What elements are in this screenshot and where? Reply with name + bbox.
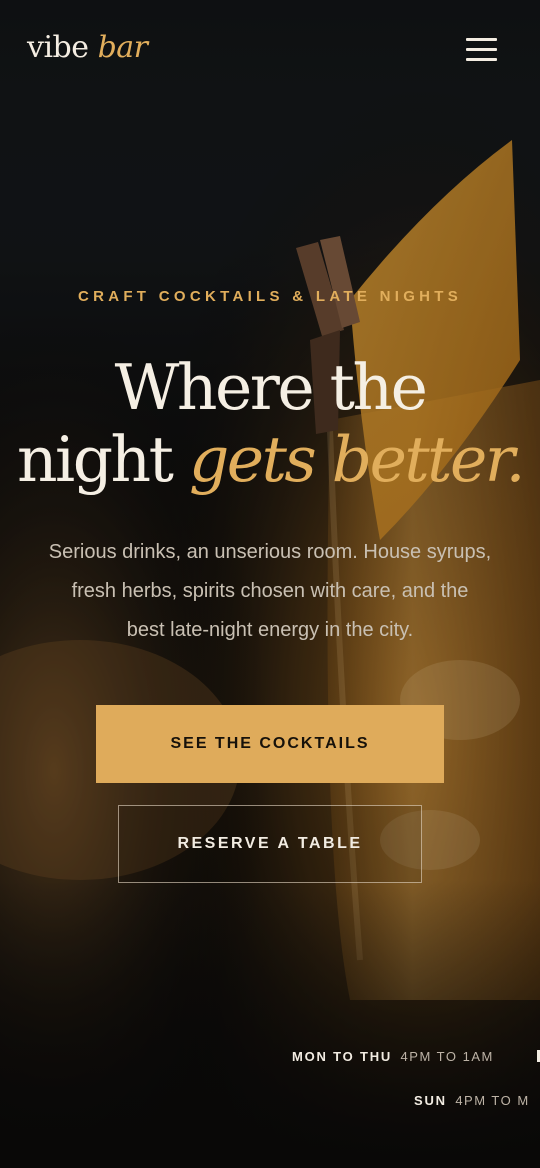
headline-line-2-accent: gets better. [188,423,526,496]
site-header: vibe bar [0,0,540,100]
subtext-line-2: fresh herbs, spirits chosen with care, a… [71,580,469,602]
hours-item: SUN 4PM TO M [414,1092,530,1110]
hours-days: MON TO THU [292,1049,393,1064]
hamburger-icon-bar-bottom [466,58,497,61]
hamburger-icon-bar-middle [466,48,497,51]
hours-time: 4PM TO 1AM [400,1049,494,1064]
hours-days: SUN [414,1093,447,1108]
hero-subtext: Serious drinks, an unserious room. House… [30,533,510,650]
reserve-table-button[interactable]: RESERVE A TABLE [118,805,422,883]
brand-logo[interactable]: vibe bar [27,28,148,68]
headline-line-2-plain: night [16,423,174,496]
page: vibe bar CRAFT COCKTAILS & LATE NIGHTS W… [0,0,540,1168]
see-cocktails-button[interactable]: SEE THE COCKTAILS [96,705,444,783]
subtext-line-1: Serious drinks, an unserious room. House… [48,541,492,563]
logo-main-text: vibe [27,30,89,65]
subtext-line-3: best late-night energy in the city. [126,619,414,641]
headline-line-1: Where the [114,351,428,424]
hero-eyebrow: CRAFT COCKTAILS & LATE NIGHTS [77,288,463,305]
logo-accent-text: bar [97,30,148,65]
opening-hours-ticker: MON TO THU 4PM TO 1AM SUN 4PM TO M [0,1030,540,1130]
hero-section: CRAFT COCKTAILS & LATE NIGHTS Where the … [0,0,540,1168]
hero-headline: Where the night gets better. [0,352,540,496]
hours-item: MON TO THU 4PM TO 1AM [292,1048,494,1066]
hamburger-icon-bar-top [466,38,497,41]
menu-button[interactable] [462,36,502,64]
hours-time: 4PM TO M [455,1093,530,1108]
